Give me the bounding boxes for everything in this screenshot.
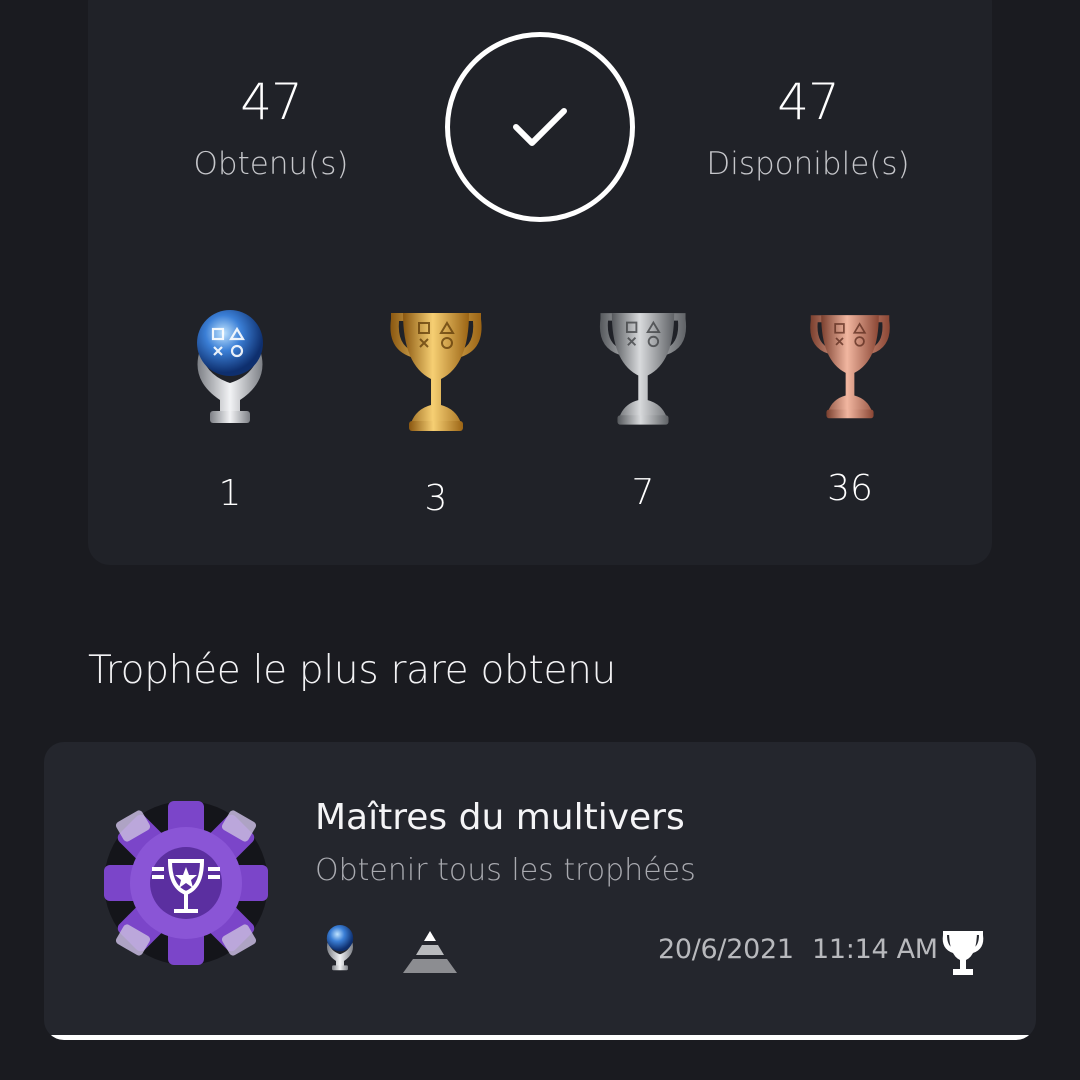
trophy-icon <box>942 931 984 975</box>
gold-trophy-icon <box>390 313 482 431</box>
trophy-summary-card: 47 Obtenu(s) 47 Disponible(s) 1 3 7 36 <box>88 0 992 565</box>
rarest-trophy-heading: Trophée le plus rare obtenu <box>88 648 616 693</box>
rarest-trophy-card[interactable]: Maîtres du multivers Obtenir tous les tr… <box>44 742 1036 1040</box>
platinum-trophy-icon <box>197 310 263 423</box>
silver-trophy-icon <box>599 313 687 425</box>
earned-datetime: 20/6/2021 11:14 AM <box>658 934 938 965</box>
trophy-badge-image <box>104 801 268 965</box>
available-label: Disponible(s) <box>706 146 910 182</box>
earned-count: 47 <box>240 73 303 131</box>
pyramid-rarity-icon <box>403 931 457 973</box>
earned-label: Obtenu(s) <box>193 146 349 182</box>
bronze-trophy-icon <box>810 315 890 419</box>
available-count: 47 <box>777 73 840 131</box>
bronze-count: 36 <box>827 468 873 509</box>
platinum-count: 1 <box>218 473 242 514</box>
available-stat: 47 Disponible(s) <box>678 77 938 180</box>
silver-trophy-stat: 7 <box>573 305 713 511</box>
gold-count: 3 <box>424 478 448 519</box>
card-focus-underline <box>44 1035 1036 1040</box>
platinum-trophy-stat: 1 <box>160 305 300 512</box>
completion-check-icon <box>445 32 635 222</box>
trophy-name: Maîtres du multivers <box>315 797 685 838</box>
silver-count: 7 <box>631 472 655 513</box>
gold-trophy-stat: 3 <box>366 305 506 517</box>
earned-stat: 47 Obtenu(s) <box>141 77 401 180</box>
trophy-description: Obtenir tous les trophées <box>315 853 696 888</box>
earned-time: 11:14 AM <box>812 934 938 965</box>
earned-date: 20/6/2021 <box>658 934 794 965</box>
platinum-trophy-icon <box>326 925 354 971</box>
bronze-trophy-stat: 36 <box>780 305 920 507</box>
